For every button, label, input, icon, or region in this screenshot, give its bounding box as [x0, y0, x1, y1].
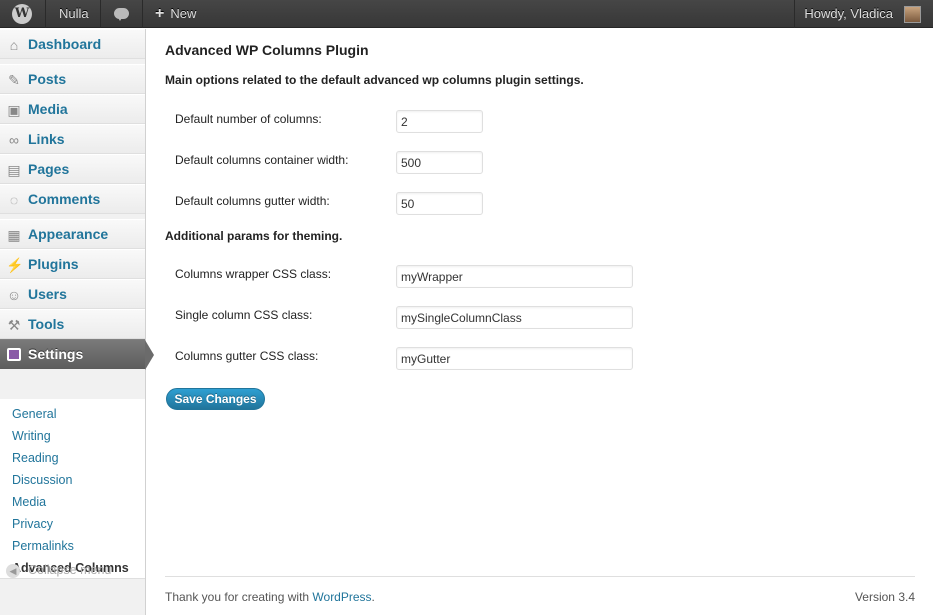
container-width-input[interactable] [396, 151, 483, 174]
media-icon: ▣ [7, 102, 21, 118]
collapse-menu-button[interactable]: ◀ Collapse menu [6, 562, 111, 578]
wordpress-link[interactable]: WordPress [312, 590, 371, 604]
sidebar-item-label: Users [28, 286, 67, 302]
avatar[interactable] [904, 6, 921, 23]
appearance-icon: ▦ [7, 227, 21, 243]
sidebar-item-media[interactable]: ▣ Media [0, 94, 145, 124]
single-column-class-label: Single column CSS class: [175, 308, 313, 322]
sidebar-item-label: Dashboard [28, 36, 102, 52]
submenu-item-discussion[interactable]: Discussion [12, 472, 72, 488]
submenu-item-general[interactable]: General [12, 406, 56, 422]
sidebar-item-label: Comments [28, 191, 101, 207]
sidebar-item-label: Posts [28, 71, 67, 87]
default-columns-label: Default number of columns: [175, 112, 322, 126]
pin-icon: ✎ [8, 72, 20, 88]
page-title: Advanced WP Columns Plugin [165, 42, 369, 58]
settings-submenu: General Writing Reading Discussion Media… [0, 399, 145, 579]
comment-icon: ◌ [9, 192, 19, 208]
sidebar-item-users[interactable]: ☺ Users [0, 279, 145, 309]
sidebar-item-label: Pages [28, 161, 70, 177]
pages-icon: ▤ [7, 162, 21, 178]
new-label: New [170, 6, 197, 21]
submenu-item-media[interactable]: Media [12, 494, 46, 510]
sidebar-item-plugins[interactable]: ⚡ Plugins [0, 249, 145, 279]
section-description: Main options related to the default adva… [165, 73, 584, 87]
tools-icon: ⚒ [7, 317, 21, 333]
sidebar-item-label: Media [28, 101, 68, 117]
footer: Thank you for creating with WordPress. V… [165, 576, 915, 615]
footer-version: Version 3.4 [854, 590, 915, 604]
new-content-menu[interactable]: + New [155, 0, 196, 28]
sidebar-item-tools[interactable]: ⚒ Tools [0, 309, 145, 339]
wordpress-logo-menu[interactable]: W [0, 0, 46, 28]
site-name-link[interactable]: Nulla [59, 0, 89, 28]
sidebar-item-label: Settings [28, 346, 84, 362]
footer-thanks-text: Thank you for creating with [165, 590, 313, 604]
default-columns-input[interactable] [396, 110, 483, 133]
users-icon: ☺ [6, 287, 22, 303]
sidebar-item-links[interactable]: ∞ Links [0, 124, 145, 154]
link-icon: ∞ [9, 132, 19, 148]
sidebar-item-label: Plugins [28, 256, 79, 272]
sidebar-item-dashboard[interactable]: ⌂ Dashboard [0, 29, 145, 59]
current-menu-arrow [145, 340, 154, 370]
submenu-item-writing[interactable]: Writing [12, 428, 51, 444]
wrapper-class-label: Columns wrapper CSS class: [175, 267, 332, 281]
single-column-class-input[interactable] [396, 306, 633, 329]
submenu-item-reading[interactable]: Reading [12, 450, 59, 466]
main-content: Advanced WP Columns Plugin Main options … [165, 29, 915, 615]
admin-sidebar: ⌂ Dashboard ✎ Posts ▣ Media ∞ Links ▤ Pa… [0, 29, 154, 615]
gutter-width-label: Default columns gutter width: [175, 194, 330, 208]
admin-bar-divider [100, 0, 101, 28]
wrapper-class-input[interactable] [396, 265, 633, 288]
footer-thanks: Thank you for creating with WordPress. [165, 590, 375, 604]
gutter-class-input[interactable] [396, 347, 633, 370]
admin-bar-divider [45, 0, 46, 28]
dashboard-icon: ⌂ [9, 37, 19, 53]
theming-section-description: Additional params for theming. [165, 229, 343, 243]
gutter-class-label: Columns gutter CSS class: [175, 349, 319, 363]
submenu-item-privacy[interactable]: Privacy [12, 516, 53, 532]
footer-thanks-suffix: . [371, 590, 375, 604]
account-menu[interactable]: Howdy, Vladica [804, 0, 893, 28]
save-changes-button[interactable]: Save Changes [166, 388, 265, 410]
sidebar-item-appearance[interactable]: ▦ Appearance [0, 219, 145, 249]
admin-bar: W Nulla + New Howdy, Vladica [0, 0, 933, 28]
plug-icon: ⚡ [6, 257, 24, 273]
admin-bar-divider [794, 0, 795, 28]
settings-icon [7, 348, 21, 361]
sidebar-item-label: Tools [28, 316, 65, 332]
sidebar-item-posts[interactable]: ✎ Posts [0, 64, 145, 94]
sidebar-item-settings[interactable]: Settings [0, 339, 154, 370]
comments-link[interactable] [114, 0, 130, 28]
wordpress-logo-icon: W [12, 4, 32, 24]
sidebar-item-comments[interactable]: ◌ Comments [0, 184, 145, 214]
collapse-arrow-icon: ◀ [6, 563, 20, 578]
sidebar-item-label: Appearance [28, 226, 109, 242]
sidebar-item-label: Links [28, 131, 65, 147]
plus-icon: + [155, 5, 165, 22]
container-width-label: Default columns container width: [175, 153, 349, 167]
gutter-width-input[interactable] [396, 192, 483, 215]
submenu-item-permalinks[interactable]: Permalinks [12, 538, 74, 554]
admin-bar-divider [142, 0, 143, 28]
sidebar-item-pages[interactable]: ▤ Pages [0, 154, 145, 184]
collapse-menu-label: Collapse menu [28, 563, 112, 577]
